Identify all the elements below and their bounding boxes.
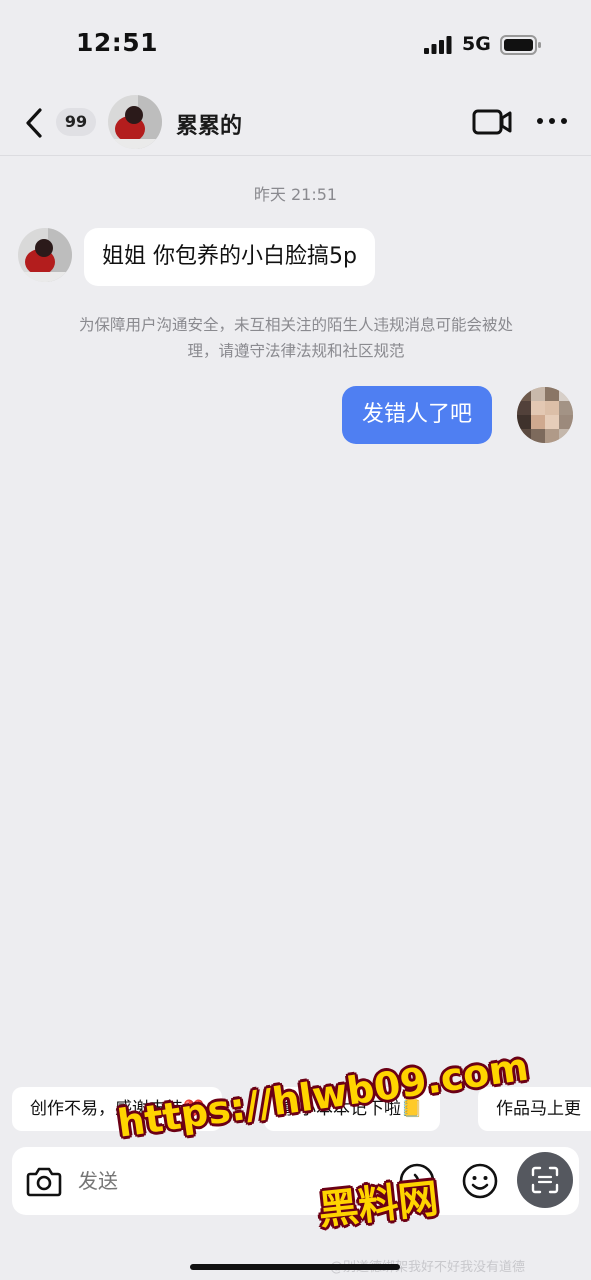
safety-notice: 为保障用户沟通安全，未互相关注的陌生人违规消息可能会被处理，请遵守法律法规和社区… xyxy=(78,316,513,360)
incoming-message-bubble[interactable]: 姐姐 你包养的小白脸搞5p xyxy=(84,228,375,286)
message-input[interactable] xyxy=(78,1165,278,1197)
sender-avatar[interactable] xyxy=(18,228,72,282)
status-bar: 12:51 5G xyxy=(0,0,591,88)
chat-header: 99 累累的 xyxy=(0,88,591,156)
outgoing-message-bubble[interactable]: 发错人了吧 xyxy=(342,386,493,444)
network-label: 5G xyxy=(462,33,491,55)
unread-count-badge[interactable]: 99 xyxy=(56,108,96,136)
camera-icon[interactable] xyxy=(24,1161,64,1201)
message-timestamp: 昨天 21:51 xyxy=(253,185,338,204)
back-icon[interactable] xyxy=(22,106,48,140)
message-input-bar xyxy=(12,1147,579,1215)
home-indicator[interactable] xyxy=(190,1264,400,1270)
scan-icon xyxy=(531,1166,559,1194)
video-call-icon[interactable] xyxy=(472,108,512,136)
signal-icon xyxy=(424,36,452,54)
more-icon[interactable] xyxy=(536,116,568,126)
quick-reply-chip[interactable]: 作品马上更 xyxy=(478,1087,591,1131)
chat-screen: 12:51 5G 99 累累的 昨天 21:51 姐姐 你包养的小白脸搞5p 为… xyxy=(0,0,591,1280)
battery-icon xyxy=(500,35,541,55)
own-avatar[interactable] xyxy=(517,387,573,443)
contact-avatar[interactable] xyxy=(108,95,162,149)
emoji-icon[interactable] xyxy=(460,1161,500,1201)
watermark-brand: 黑料网 xyxy=(316,1175,441,1235)
scan-button[interactable] xyxy=(517,1152,573,1208)
status-time: 12:51 xyxy=(76,28,159,57)
contact-name[interactable]: 累累的 xyxy=(176,108,242,140)
